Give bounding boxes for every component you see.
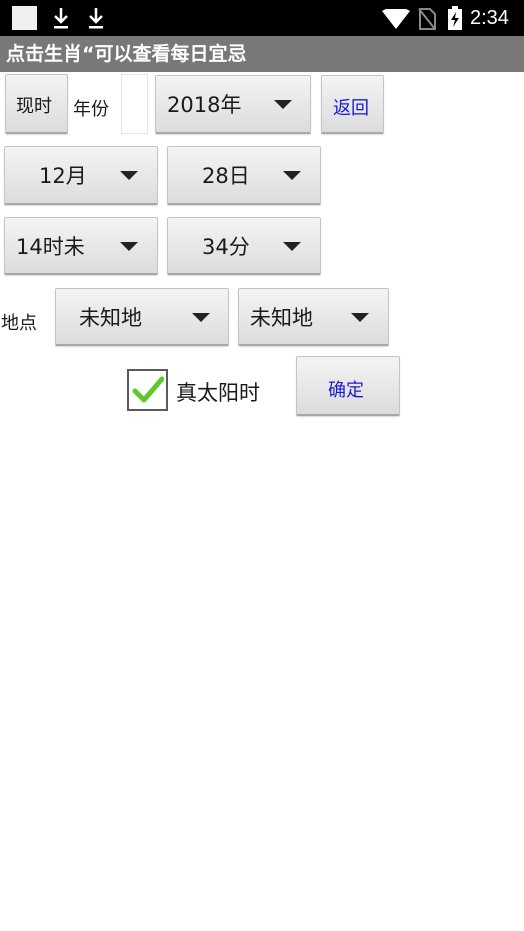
now-button-label: 现时: [16, 96, 52, 117]
city-spinner-value: 未知地: [250, 305, 313, 330]
year-spinner-value: 2018年: [167, 93, 242, 117]
chevron-down-icon: [274, 100, 292, 109]
back-button[interactable]: 返回: [321, 75, 384, 134]
hour-spinner[interactable]: 14时未: [4, 217, 158, 275]
minute-spinner-value: 34分: [202, 234, 250, 259]
hour-spinner-value: 14时未: [16, 234, 85, 259]
true-solar-time-checkbox[interactable]: [127, 369, 168, 411]
chevron-down-icon: [283, 171, 301, 180]
notification-square-icon: [12, 6, 37, 30]
chevron-down-icon: [120, 171, 138, 180]
province-spinner-value: 未知地: [79, 305, 142, 330]
month-spinner-value: 12月: [39, 164, 87, 188]
year-input[interactable]: [121, 74, 148, 134]
no-sim-icon: [418, 8, 436, 30]
page-title: 点击生肖“可以查看每日宜忌: [6, 43, 247, 65]
chevron-down-icon: [192, 312, 210, 322]
now-button[interactable]: 现时: [5, 74, 68, 134]
title-bar: 点击生肖“可以查看每日宜忌: [0, 36, 524, 72]
chevron-down-icon: [283, 241, 301, 251]
confirm-button-label: 确定: [328, 380, 364, 401]
province-spinner[interactable]: 未知地: [55, 288, 229, 346]
month-spinner[interactable]: 12月: [4, 146, 158, 205]
true-solar-time-label: 真太阳时: [176, 381, 260, 405]
year-label: 年份: [73, 99, 109, 120]
minute-spinner[interactable]: 34分: [167, 217, 321, 275]
day-spinner-value: 28日: [202, 164, 250, 188]
day-spinner[interactable]: 28日: [167, 146, 321, 205]
confirm-button[interactable]: 确定: [296, 356, 400, 416]
back-button-label: 返回: [333, 98, 369, 119]
download-icon: [54, 8, 68, 29]
chevron-down-icon: [351, 312, 369, 322]
checkmark-icon: [132, 376, 164, 403]
battery-charging-icon: [448, 6, 462, 30]
status-bar: 2:34: [0, 0, 524, 36]
location-label: 地点: [1, 313, 37, 334]
wifi-icon: [382, 9, 410, 29]
download-icon: [89, 8, 103, 29]
chevron-down-icon: [120, 241, 138, 251]
city-spinner[interactable]: 未知地: [238, 288, 389, 346]
year-spinner[interactable]: 2018年: [155, 75, 311, 134]
status-time: 2:34: [470, 7, 509, 29]
